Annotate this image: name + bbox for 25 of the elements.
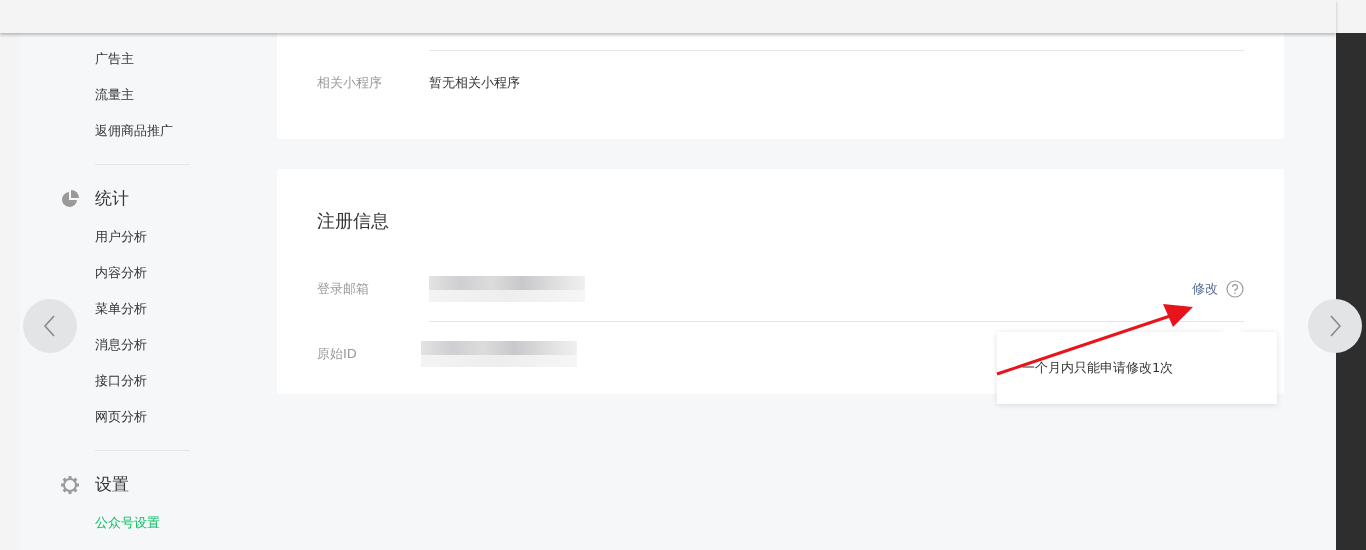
settings-icon: [60, 475, 80, 495]
section-heading: 设置: [95, 473, 129, 497]
field-label: 登录邮箱: [317, 280, 370, 299]
field-value: 暂无相关小程序: [429, 74, 520, 93]
sidebar-item[interactable]: 用户分析: [95, 219, 277, 255]
help-icon[interactable]: [1226, 280, 1244, 298]
chevron-left-icon: [43, 314, 57, 338]
tooltip-text: 一个月内只能申请修改1次: [1022, 359, 1174, 378]
sidebar-item[interactable]: 菜单分析: [95, 291, 277, 327]
sidebar-item[interactable]: 接口分析: [95, 363, 277, 399]
chevron-right-icon: [1328, 314, 1342, 338]
field-label: 原始ID: [317, 345, 358, 364]
sidebar-item[interactable]: 网页分析: [95, 399, 277, 435]
sidebar-item[interactable]: 内容分析: [95, 255, 277, 291]
sidebar-item[interactable]: 流量主: [95, 77, 277, 113]
previous-button[interactable]: [23, 299, 77, 353]
sidebar-item[interactable]: 返佣商品推广: [95, 113, 277, 149]
sidebar-item[interactable]: 广告主: [95, 41, 277, 77]
sidebar-item[interactable]: 消息分析: [95, 327, 277, 363]
edit-link[interactable]: 修改: [1192, 279, 1218, 299]
section-heading: 统计: [95, 187, 129, 211]
field-label: 相关小程序: [317, 74, 383, 93]
pie-chart-icon: [60, 189, 80, 209]
section-title: 注册信息: [317, 210, 389, 231]
next-button[interactable]: [1308, 299, 1362, 353]
